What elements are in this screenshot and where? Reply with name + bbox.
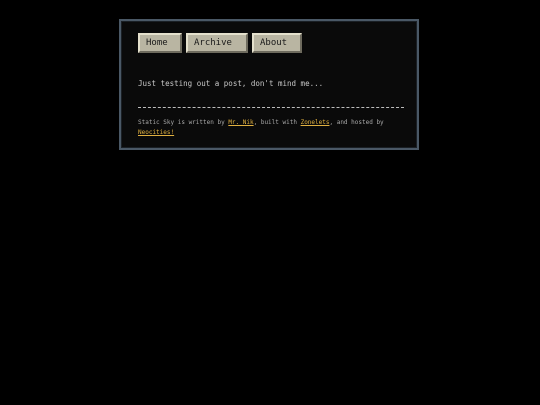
archive-button[interactable]: Archive	[186, 33, 248, 53]
footer: Static Sky is written by Mr. Nik, built …	[138, 118, 408, 138]
author-link[interactable]: Mr. Nik	[228, 119, 253, 126]
footer-prefix: Static Sky is written by	[138, 119, 229, 126]
post-text: Just testing out a post, don't mind me..…	[138, 79, 324, 88]
footer-suffix: , and hosted by	[329, 119, 384, 126]
footer-middle: , built with	[253, 119, 301, 126]
home-button[interactable]: Home	[138, 33, 182, 53]
zonelets-link[interactable]: Zonelets	[301, 119, 330, 126]
about-button[interactable]: About	[252, 33, 302, 53]
footer-divider	[138, 107, 404, 108]
content-frame: Home Archive About Just testing out a po…	[119, 19, 419, 150]
nav-bar: Home Archive About	[138, 33, 302, 53]
neocities-link[interactable]: Neocities!	[138, 129, 174, 136]
